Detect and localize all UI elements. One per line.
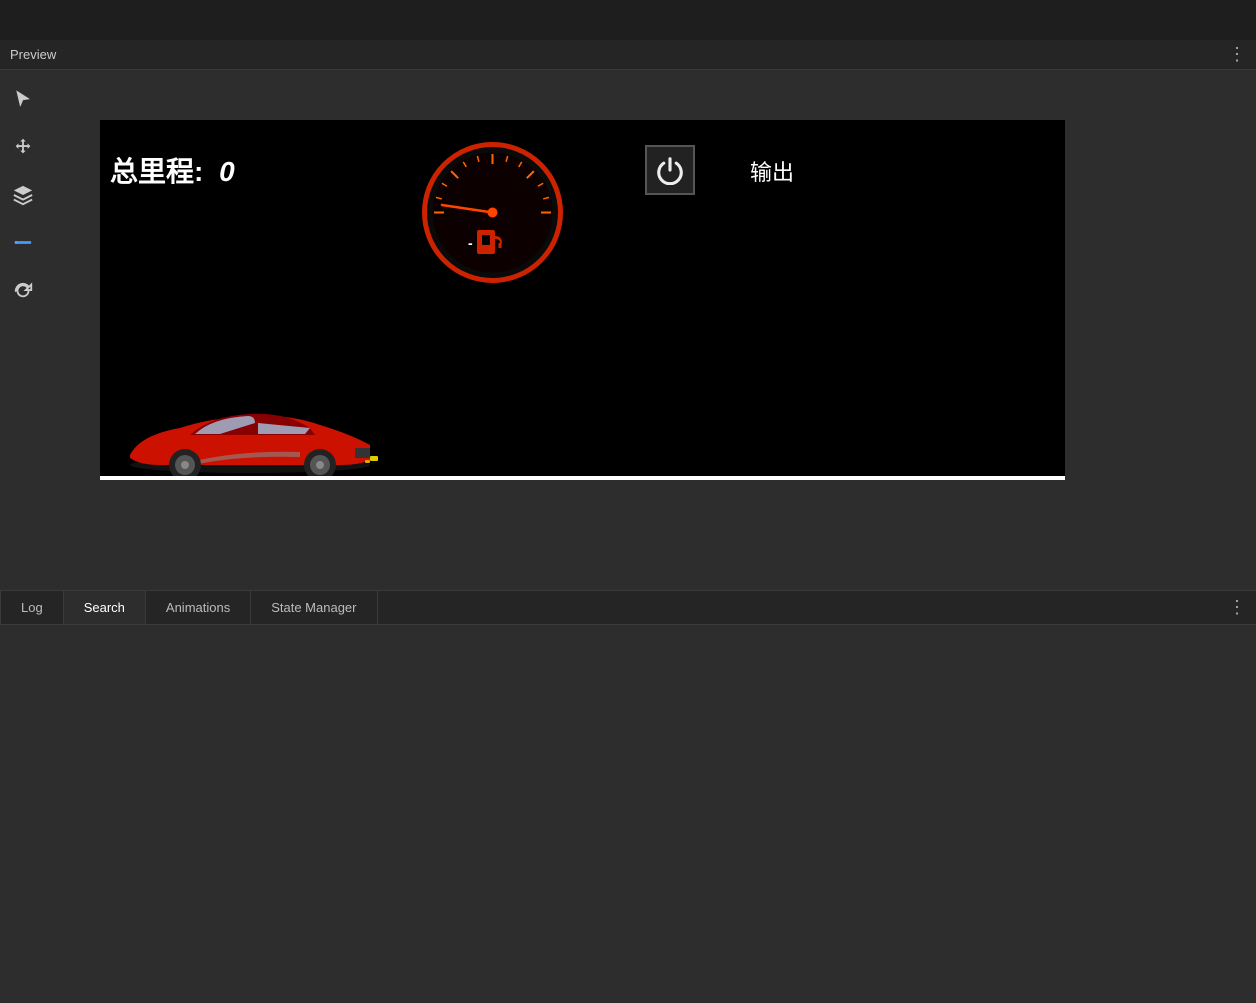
svg-text:-: - (468, 235, 473, 251)
bottom-tabs: Log Search Animations State Manager ⋮ (0, 591, 1256, 625)
preview-header: Preview ⋮ (0, 40, 1256, 70)
text-icon[interactable] (9, 229, 37, 257)
tab-log[interactable]: Log (0, 591, 64, 624)
layers-icon[interactable] (9, 181, 37, 209)
odometer-value: 0 (219, 156, 235, 187)
preview-panel: Preview ⋮ (0, 40, 1256, 590)
preview-canvas: 总里程: 0 (100, 120, 1065, 480)
output-text: 输出 (750, 155, 794, 187)
tab-search[interactable]: Search (64, 591, 146, 624)
refresh-icon[interactable] (9, 277, 37, 305)
bottom-more-icon[interactable]: ⋮ (1228, 597, 1246, 618)
canvas-bottom-line (100, 476, 1065, 480)
power-button[interactable] (645, 145, 695, 195)
top-bar (0, 0, 1256, 40)
odometer: 总里程: 0 (110, 150, 235, 190)
left-toolbar (0, 70, 45, 590)
odometer-label: 总里程: (110, 156, 203, 187)
fuel-gauge: - (420, 140, 565, 290)
preview-title: Preview (10, 47, 56, 62)
cursor-icon[interactable] (9, 85, 37, 113)
canvas-area: 总里程: 0 (45, 70, 1256, 590)
tab-state-manager[interactable]: State Manager (251, 591, 377, 624)
car-image (100, 400, 400, 480)
bottom-tabs-left: Log Search Animations State Manager (0, 591, 378, 624)
preview-more-icon[interactable]: ⋮ (1228, 44, 1246, 65)
bottom-content (0, 625, 1256, 1003)
bottom-panel: Log Search Animations State Manager ⋮ (0, 590, 1256, 1002)
tab-animations[interactable]: Animations (146, 591, 251, 624)
move-icon[interactable] (9, 133, 37, 161)
